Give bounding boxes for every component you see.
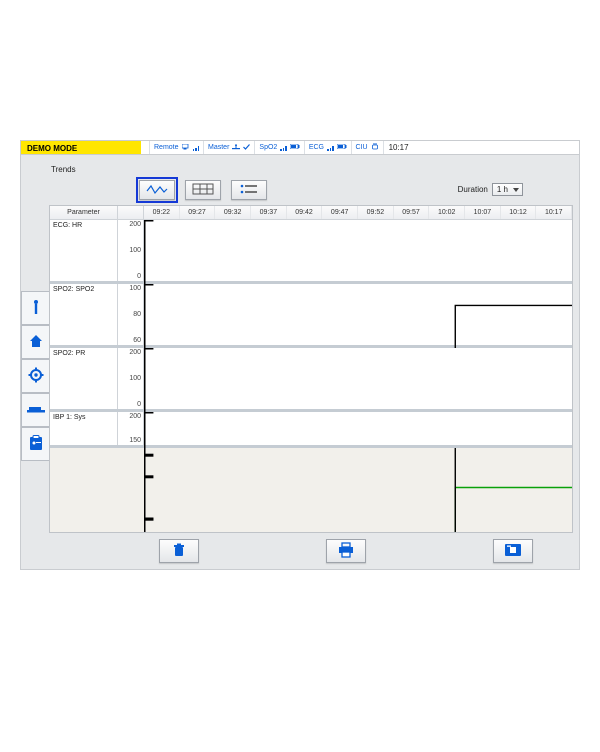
battery-icon: [290, 144, 300, 151]
parameter-label: IBP 1: Sys: [50, 412, 118, 445]
bed-icon: [27, 403, 45, 418]
clipboard-icon: [29, 435, 43, 454]
duration-control: Duration 1 h: [458, 183, 523, 196]
status-label: CIU: [356, 144, 368, 151]
time-tick: 09:42: [287, 206, 323, 219]
check-icon: [243, 144, 250, 152]
table-icon: [192, 183, 214, 197]
bottom-toolbar: [49, 537, 573, 565]
time-tick: 09:52: [358, 206, 394, 219]
print-icon: [337, 542, 355, 560]
status-remote[interactable]: Remote: [149, 141, 203, 154]
y-axis-ticks: 1008060: [118, 284, 144, 345]
rail-bed-button[interactable]: [21, 393, 49, 427]
trend-row: IBP 1: Sys200150: [50, 412, 572, 448]
duration-label: Duration: [458, 185, 488, 194]
time-tick: 09:37: [251, 206, 287, 219]
time-tick: 10:12: [501, 206, 537, 219]
print-button[interactable]: [326, 539, 366, 563]
rail-settings-button[interactable]: [21, 359, 49, 393]
trend-plot[interactable]: [144, 220, 572, 281]
trend-row: SPO2: PR2001000: [50, 348, 572, 412]
parameter-label: SPO2: SPO2: [50, 284, 118, 345]
time-tick: 09:57: [394, 206, 430, 219]
app-frame: DEMO MODE Remote Master SpO2 E: [20, 140, 580, 570]
y-axis-ticks: 2001000: [118, 348, 144, 409]
trend-plot[interactable]: [144, 284, 572, 345]
status-label: SpO2: [259, 144, 277, 151]
waveform-icon: [146, 183, 168, 197]
duration-select[interactable]: 1 h: [492, 183, 523, 196]
battery-icon: [337, 144, 347, 151]
trend-panel: Parameter 09:2209:2709:3209:3709:4209:47…: [49, 205, 573, 533]
trend-plot[interactable]: [144, 412, 572, 445]
save-button[interactable]: [493, 539, 533, 563]
time-tick: 10:17: [536, 206, 572, 219]
view-list-button[interactable]: [231, 180, 267, 200]
parameter-label: SPO2: PR: [50, 348, 118, 409]
signal-icon: [280, 145, 287, 151]
network-icon: [232, 144, 240, 152]
view-table-button[interactable]: [185, 180, 221, 200]
status-label: Remote: [154, 144, 179, 151]
page-title: Trends: [51, 165, 573, 174]
rail-records-button[interactable]: [21, 427, 49, 461]
clock: 10:17: [383, 141, 414, 154]
demo-mode-badge: DEMO MODE: [21, 141, 141, 154]
signal-icon: [327, 145, 334, 151]
view-graph-button[interactable]: [139, 180, 175, 200]
status-label: Master: [208, 144, 229, 151]
patient-icon: [29, 298, 43, 319]
time-tick: 10:07: [465, 206, 501, 219]
trend-plot[interactable]: [144, 348, 572, 409]
signal-icon: [193, 145, 200, 151]
rail-home-button[interactable]: [21, 325, 49, 359]
save-icon: [504, 543, 522, 559]
parameter-label: ECG: HR: [50, 220, 118, 281]
time-tick: 09:47: [322, 206, 358, 219]
trend-header: Parameter 09:2209:2709:3209:3709:4209:47…: [50, 206, 572, 220]
time-tick: 09:22: [144, 206, 180, 219]
side-rail: [21, 291, 49, 461]
status-spo2[interactable]: SpO2: [254, 141, 303, 154]
main-area: Trends Duration 1 h: [49, 161, 573, 533]
trend-row: ECG: HR2001000: [50, 220, 572, 284]
parameter-column-header: Parameter: [50, 206, 118, 219]
monitor-icon: [182, 144, 190, 152]
time-tick: 09:32: [215, 206, 251, 219]
time-tick: 10:02: [429, 206, 465, 219]
trend-row: SPO2: SPO21008060: [50, 284, 572, 348]
y-axis-ticks: 200150: [118, 412, 144, 445]
status-master[interactable]: Master: [203, 141, 254, 154]
status-ecg[interactable]: ECG: [304, 141, 351, 154]
list-icon: [238, 183, 260, 197]
trash-icon: [171, 542, 187, 560]
status-label: ECG: [309, 144, 324, 151]
home-icon: [28, 333, 44, 352]
top-status-bar: DEMO MODE Remote Master SpO2 E: [21, 141, 579, 155]
delete-button[interactable]: [159, 539, 199, 563]
time-tick: 09:27: [180, 206, 216, 219]
plug-icon: [371, 143, 379, 152]
scale-column-header: [118, 206, 144, 219]
status-ciu[interactable]: CIU: [351, 141, 383, 154]
rail-patient-button[interactable]: [21, 291, 49, 325]
y-axis-ticks: 2001000: [118, 220, 144, 281]
gear-icon: [28, 367, 44, 386]
